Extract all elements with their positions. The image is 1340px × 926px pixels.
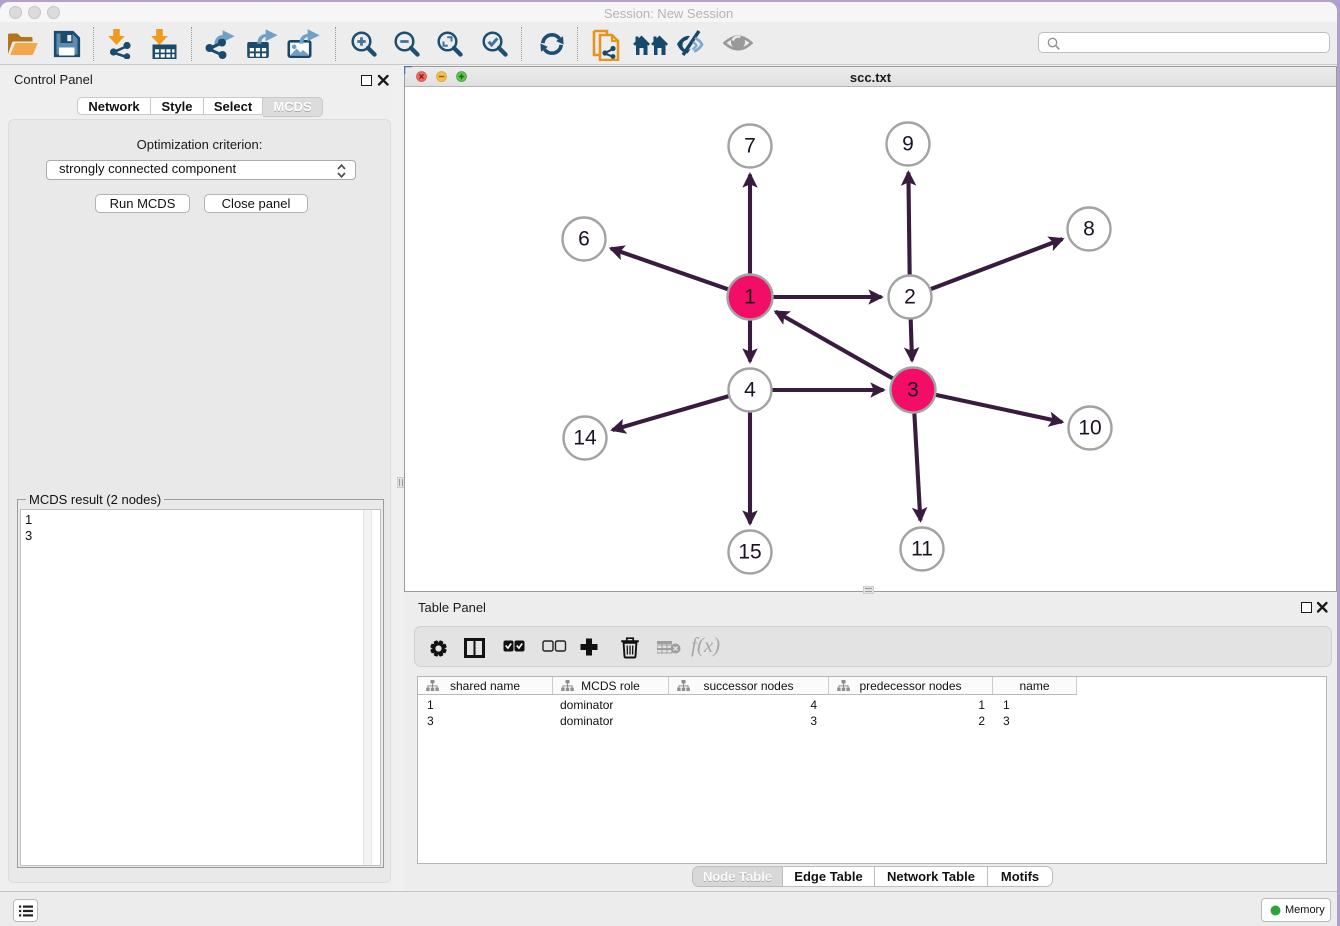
svg-text:15: 15 — [738, 541, 761, 564]
svg-text:4: 4 — [744, 379, 756, 402]
svg-text:11: 11 — [911, 538, 933, 561]
svg-text:9: 9 — [902, 133, 914, 156]
svg-text:10: 10 — [1078, 417, 1101, 440]
svg-text:14: 14 — [573, 427, 597, 450]
svg-text:3: 3 — [907, 379, 919, 402]
svg-text:7: 7 — [744, 135, 756, 158]
svg-text:8: 8 — [1083, 218, 1095, 241]
svg-text:2: 2 — [904, 286, 916, 309]
svg-text:6: 6 — [578, 228, 590, 251]
svg-text:1: 1 — [744, 286, 756, 309]
